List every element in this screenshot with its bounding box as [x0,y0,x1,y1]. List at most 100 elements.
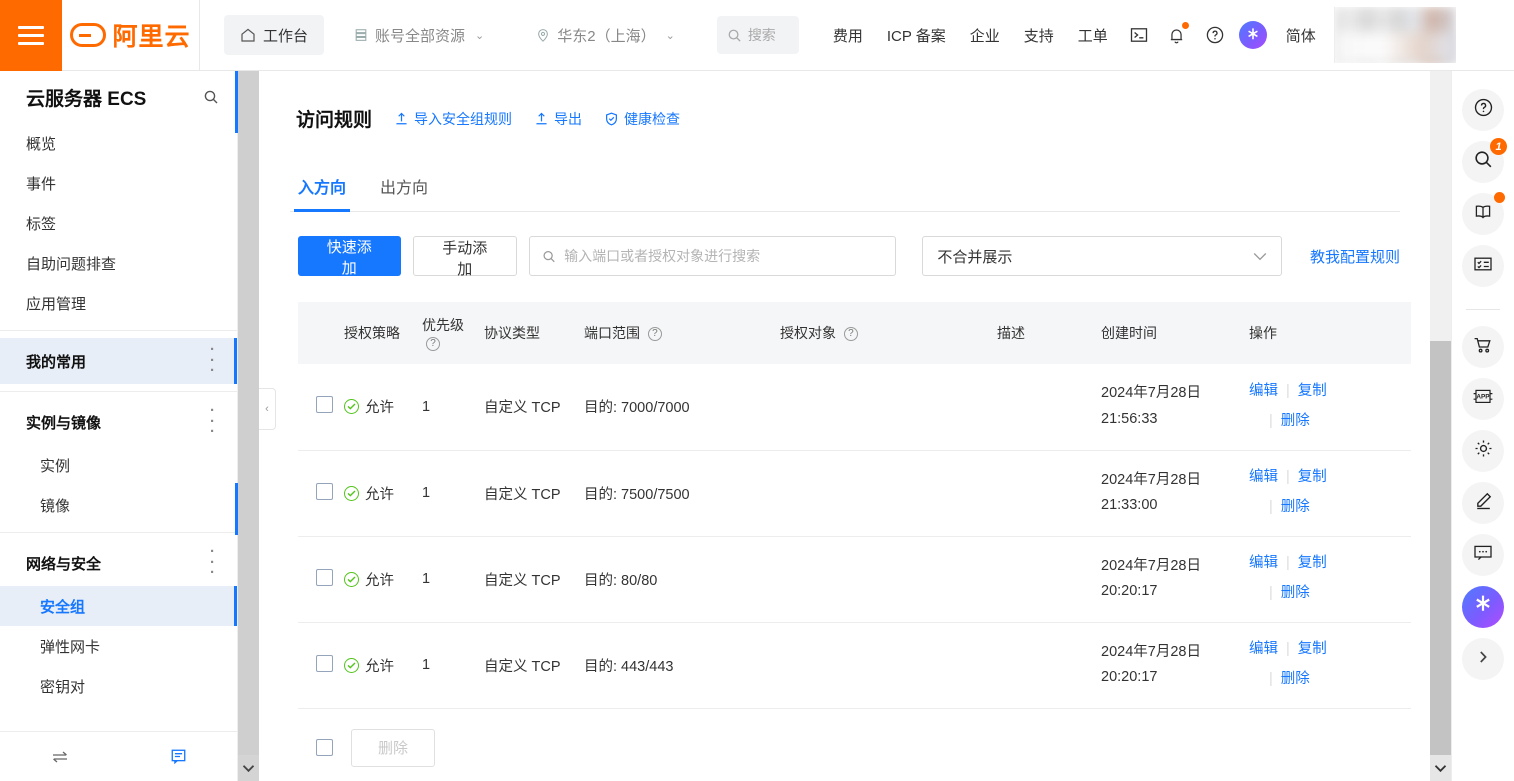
question-circle-icon[interactable] [1196,16,1234,54]
sidebar-item-overview[interactable]: 概览 [0,123,237,163]
delete-link[interactable]: 删除 [1281,499,1310,515]
bell-icon[interactable] [1158,16,1196,54]
delete-link[interactable]: 删除 [1281,671,1310,687]
feedback-icon[interactable] [119,748,237,765]
cart-icon [1472,335,1494,360]
more-vertical-icon[interactable]: · · · [210,545,215,580]
sidebar-item-app-management[interactable]: 应用管理 [0,283,237,323]
all-resources-selector[interactable]: 账号全部资源 ⌄ [342,15,496,55]
sidebar-group-instances-images[interactable]: 实例与镜像 · · · [0,399,237,445]
select-all-checkbox[interactable] [316,739,333,756]
col-protocol: 协议类型 [480,302,580,364]
right-rail: 1 APP [1451,71,1514,781]
import-rules-button[interactable]: 导入安全组规则 [394,109,512,129]
tab-outbound[interactable]: 出方向 [380,174,428,211]
sidebar-item-security-group[interactable]: 安全组 [0,586,237,626]
sidebar-item-tags[interactable]: 标签 [0,203,237,243]
hamburger-icon[interactable] [0,0,62,71]
cell-priority: 1 [418,536,480,623]
sidebar-item-instance[interactable]: 实例 [0,445,237,485]
table-row[interactable]: 允许 1 自定义 TCP 目的: 443/443 2024年7月28日 20:2… [298,622,1411,709]
language-selector[interactable]: 简体 [1272,25,1330,46]
sidebar-group-network-security[interactable]: 网络与安全 · · · [0,540,237,586]
sidebar-item-events[interactable]: 事件 [0,163,237,203]
row-checkbox[interactable] [316,396,333,414]
sidebar-scroll-down-arrow[interactable] [238,755,259,781]
sidebar-item-eni[interactable]: 弹性网卡 [0,626,237,666]
header-link-icp[interactable]: ICP 备案 [875,25,958,46]
pencil-icon [1473,490,1494,516]
teach-config-rules-link[interactable]: 教我配置规则 [1310,246,1400,267]
delete-link[interactable]: 删除 [1281,585,1310,601]
more-vertical-icon[interactable]: · · · [210,404,215,439]
copy-link[interactable]: 复制 [1298,641,1327,657]
ai-assistant-icon[interactable] [1234,16,1272,54]
sidebar-item-image[interactable]: 镜像 [0,485,237,525]
batch-delete-button[interactable]: 删除 [351,728,436,767]
edit-link[interactable]: 编辑 [1249,555,1278,571]
more-vertical-icon[interactable]: · · · [210,343,215,378]
rail-cart-button[interactable] [1462,326,1504,368]
main-scrollbar-thumb[interactable] [1430,341,1451,755]
header-link-fee[interactable]: 费用 [821,25,875,46]
rail-settings-button[interactable] [1462,430,1504,472]
user-avatar-area[interactable] [1333,7,1456,63]
alibaba-cloud-logo[interactable]: 阿里云 [62,0,200,71]
row-checkbox[interactable] [316,654,333,672]
rail-search-button[interactable]: 1 [1462,138,1507,183]
header-link-enterprise[interactable]: 企业 [958,25,1012,46]
header-link-support[interactable]: 支持 [1012,25,1066,46]
sidebar-scrollbar[interactable] [235,71,259,781]
help-icon[interactable]: ? [843,327,858,342]
header-right-group: 费用 ICP 备案 企业 支持 工单 简体 [821,7,1456,63]
download-icon [536,112,547,125]
edit-link[interactable]: 编辑 [1249,469,1278,485]
op-separator: | [1269,585,1273,601]
upload-icon [396,112,407,125]
quick-add-button[interactable]: 快速添加 [298,236,401,277]
table-row[interactable]: 允许 1 自定义 TCP 目的: 80/80 2024年7月28日 20:20:… [298,536,1411,623]
main-scrollbar[interactable] [1430,71,1451,781]
rail-checklist-button[interactable] [1462,245,1504,287]
header-link-ticket[interactable]: 工单 [1066,25,1120,46]
edit-link[interactable]: 编辑 [1249,641,1278,657]
global-search-input[interactable]: 搜索 [716,16,799,54]
copy-link[interactable]: 复制 [1298,383,1327,399]
switch-icon[interactable] [0,749,119,765]
rail-ai-assistant-button[interactable] [1462,586,1504,628]
help-icon[interactable]: ? [426,337,440,352]
sidebar-group-my-favorites[interactable]: 我的常用 · · · [0,338,237,384]
sidebar-collapse-handle[interactable]: ‹ [259,388,276,430]
region-selector[interactable]: 华东2（上海） ⌄ [524,15,687,55]
table-row[interactable]: 允许 1 自定义 TCP 目的: 7500/7500 2024年7月28日 21… [298,450,1411,537]
rail-edit-button[interactable] [1462,482,1504,524]
copy-link[interactable]: 复制 [1298,555,1327,571]
rail-help-button[interactable] [1462,89,1504,131]
cell-target [776,622,993,709]
col-priority: 优先级 ? [418,302,480,364]
edit-link[interactable]: 编辑 [1249,383,1278,399]
table-row[interactable]: 允许 1 自定义 TCP 目的: 7000/7000 2024年7月28日 21… [298,364,1411,451]
manual-add-button[interactable]: 手动添加 [412,236,518,278]
tab-inbound[interactable]: 入方向 [293,174,351,212]
workbench-button[interactable]: 工作台 [224,15,325,55]
copy-link[interactable]: 复制 [1298,469,1327,485]
row-checkbox[interactable] [316,482,333,500]
main-scroll-down-arrow[interactable] [1430,755,1451,781]
row-checkbox[interactable] [316,568,333,586]
rail-chat-button[interactable] [1462,534,1504,576]
export-button[interactable]: 导出 [534,109,582,129]
sidebar-search-icon[interactable] [203,89,219,105]
rail-docs-button[interactable] [1462,192,1505,235]
terminal-icon[interactable] [1120,16,1158,54]
rail-expand-button[interactable] [1462,638,1504,680]
rail-app-button[interactable]: APP [1462,378,1504,420]
help-icon[interactable]: ? [647,327,662,342]
sidebar-item-key-pair[interactable]: 密钥对 [0,666,237,706]
delete-link[interactable]: 删除 [1281,413,1310,429]
rules-search-input[interactable] [564,248,884,264]
merge-display-select[interactable]: 不合并展示 [922,236,1282,276]
sidebar-item-self-troubleshoot[interactable]: 自助问题排查 [0,243,237,283]
rules-search-box[interactable] [529,236,897,276]
health-check-button[interactable]: 健康检查 [604,109,680,129]
